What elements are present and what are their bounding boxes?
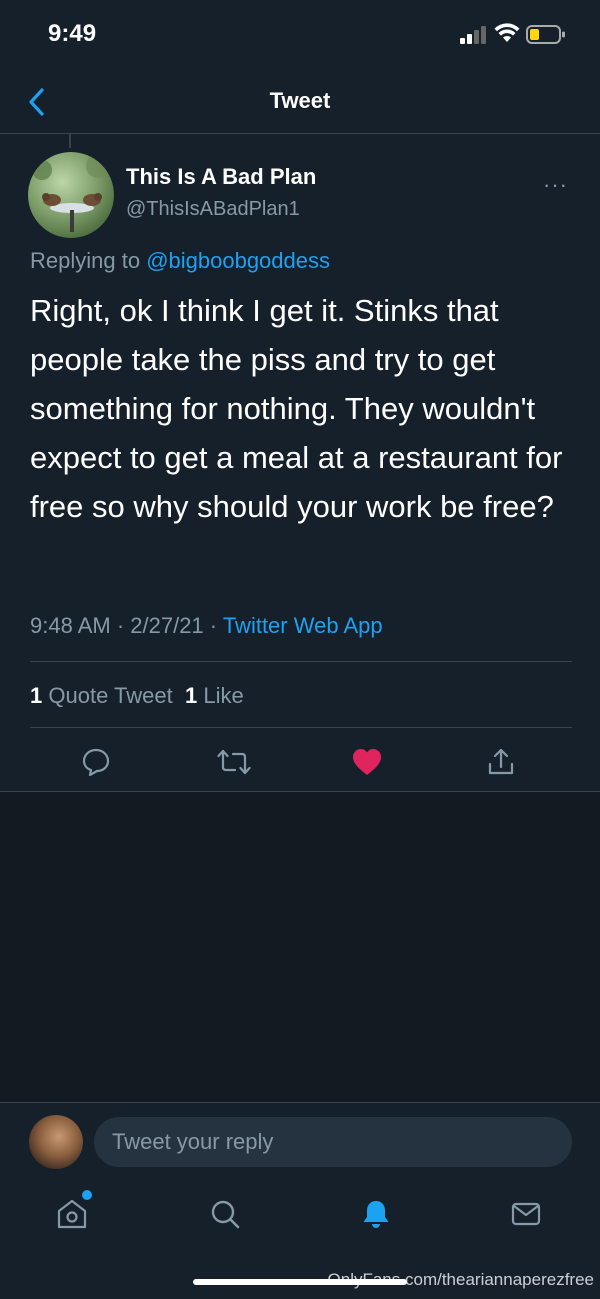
cellular-signal-icon — [460, 26, 486, 44]
quote-tweet-label: Quote Tweet — [48, 683, 173, 708]
tab-messages[interactable] — [506, 1194, 546, 1234]
divider — [30, 727, 572, 728]
status-bar: 9:49 — [0, 0, 600, 70]
battery-icon — [526, 25, 565, 44]
author-avatar[interactable] — [28, 152, 114, 238]
replying-to-mention[interactable]: @bigboobgoddess — [146, 248, 330, 273]
current-user-avatar[interactable] — [29, 1115, 83, 1169]
tweet-text: Right, ok I think I get it. Stinks that … — [30, 293, 563, 524]
reply-bar — [0, 1102, 600, 1180]
search-icon — [211, 1200, 240, 1229]
share-icon — [488, 748, 514, 775]
tweet-meta: 9:48 AM · 2/27/21 · Twitter Web App — [30, 613, 383, 639]
tab-home[interactable] — [52, 1194, 92, 1234]
messages-icon — [511, 1202, 541, 1226]
wifi-icon — [494, 23, 520, 42]
replying-to: Replying to @bigboobgoddess — [30, 248, 330, 274]
like-icon-filled — [353, 749, 381, 775]
divider — [30, 661, 572, 662]
notifications-icon — [363, 1201, 389, 1228]
like-count: 1 — [184, 683, 198, 708]
reply-input[interactable] — [94, 1117, 572, 1167]
share-button[interactable] — [483, 744, 519, 780]
tweet-timestamp: 9:48 AM · 2/27/21 · — [30, 613, 223, 638]
author-handle[interactable]: @ThisIsABadPlan1 — [126, 198, 300, 221]
like-stat[interactable]: 1 Like — [185, 683, 244, 708]
replying-to-label: Replying to — [30, 248, 147, 273]
like-button[interactable] — [349, 744, 385, 780]
more-options-button[interactable]: ··· — [543, 172, 568, 198]
tweet-stats: 1 Quote Tweet 1 Like — [30, 683, 244, 709]
status-icons — [460, 22, 570, 50]
like-label: Like — [203, 683, 244, 708]
retweet-button[interactable] — [216, 744, 252, 780]
bird-feeder-image — [32, 154, 110, 232]
nav-bar: Tweet — [0, 70, 600, 134]
reply-button[interactable] — [78, 744, 114, 780]
thread-line — [69, 134, 71, 148]
empty-replies-area — [0, 792, 600, 1102]
reply-icon — [82, 748, 110, 777]
tab-search[interactable] — [205, 1194, 245, 1234]
tweet-source-link[interactable]: Twitter Web App — [223, 613, 383, 638]
author-display-name[interactable]: This Is A Bad Plan — [126, 164, 316, 190]
status-time: 9:49 — [48, 20, 97, 47]
home-icon — [57, 1199, 87, 1229]
quote-tweet-count: 1 — [30, 683, 43, 708]
watermark: OnlyFans.com/theariannaperezfree — [327, 1270, 594, 1289]
retweet-icon — [217, 749, 251, 775]
page-title: Tweet — [269, 88, 331, 113]
quote-tweet-stat[interactable]: 1 Quote Tweet — [30, 683, 173, 708]
new-content-indicator — [82, 1190, 92, 1200]
tweet-detail: This Is A Bad Plan @ThisIsABadPlan1 ··· … — [0, 134, 600, 792]
tab-notifications[interactable] — [356, 1194, 396, 1234]
